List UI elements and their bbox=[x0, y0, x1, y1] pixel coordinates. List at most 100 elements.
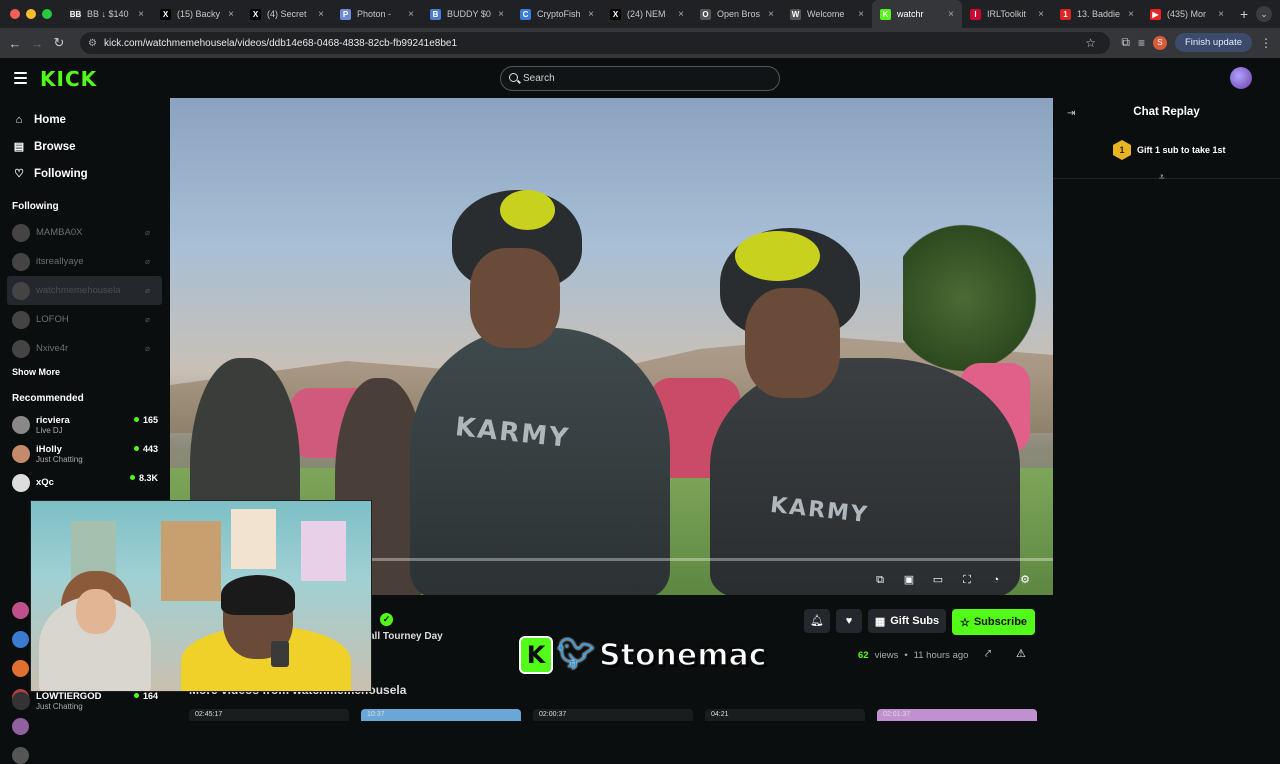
playback-speed-icon[interactable]: ◔ bbox=[988, 572, 1004, 588]
browser-tab[interactable]: I IRLToolkit × bbox=[962, 0, 1052, 28]
browser-tab[interactable]: P Photon - × bbox=[332, 0, 422, 28]
settings-gear-icon[interactable]: ⚙ bbox=[1017, 572, 1033, 588]
close-tab-icon[interactable]: × bbox=[858, 9, 864, 20]
close-tab-icon[interactable]: × bbox=[948, 9, 954, 20]
close-tab-icon[interactable]: × bbox=[588, 9, 594, 20]
minimize-window-button[interactable] bbox=[26, 9, 36, 19]
browser-menu-icon[interactable]: ⋮ bbox=[1260, 36, 1272, 50]
new-tab-button[interactable]: + bbox=[1232, 6, 1256, 22]
search-input[interactable]: Search bbox=[500, 66, 780, 91]
recommended-item[interactable]: ricviera Live DJ 165 bbox=[0, 410, 170, 439]
close-tab-icon[interactable]: × bbox=[768, 9, 774, 20]
viewer-count: 8.3K bbox=[130, 473, 158, 483]
zoom-window-button[interactable] bbox=[42, 9, 52, 19]
thumbnail-duration: 02:45:17 bbox=[195, 711, 223, 718]
toolbar-right: ⧉ ≡ S Finish update ⋮ bbox=[1121, 33, 1272, 52]
tab-search-icon[interactable]: ⌄ bbox=[1256, 6, 1272, 22]
pip-icon[interactable]: ⧉ bbox=[872, 572, 888, 588]
extensions-icon[interactable]: ⧉ bbox=[1121, 35, 1130, 50]
rank-badge: 1 bbox=[1113, 140, 1131, 160]
tab-favicon-icon: X bbox=[160, 8, 171, 20]
browser-tab[interactable]: X (24) NEM × bbox=[602, 0, 692, 28]
follow-heart-button[interactable]: ♥ bbox=[836, 609, 862, 633]
user-avatar[interactable] bbox=[1230, 67, 1252, 89]
forward-button[interactable]: → bbox=[26, 36, 48, 51]
show-more-button[interactable]: Show More bbox=[0, 367, 170, 377]
close-tab-icon[interactable]: × bbox=[408, 9, 414, 20]
kick-logo[interactable]: KICK bbox=[40, 67, 97, 91]
following-item[interactable]: MAMBA0X ⌀ bbox=[0, 218, 162, 247]
close-tab-icon[interactable]: × bbox=[138, 9, 144, 20]
tab-title: (24) NEM bbox=[627, 9, 666, 19]
nav-browse[interactable]: ▤ Browse bbox=[0, 133, 170, 160]
close-tab-icon[interactable]: × bbox=[678, 9, 684, 20]
nav-following[interactable]: ♡ Following bbox=[0, 160, 170, 187]
back-button[interactable]: ← bbox=[4, 36, 26, 51]
menu-icon[interactable] bbox=[14, 72, 27, 87]
avatar[interactable] bbox=[12, 718, 29, 735]
browser-tab[interactable]: X (4) Secret × bbox=[242, 0, 332, 28]
tab-favicon-icon: P bbox=[340, 8, 351, 20]
clip-icon[interactable]: ▣ bbox=[901, 572, 917, 588]
video-thumbnail[interactable]: 02:01:37 bbox=[877, 709, 1037, 721]
browse-icon: ▤ bbox=[13, 141, 25, 153]
expand-leaderboard-icon[interactable]: ⩡ bbox=[1159, 172, 1165, 183]
address-bar[interactable]: ⚙ kick.com/watchmemehousela/videos/ddb14… bbox=[80, 32, 1110, 54]
browser-tab[interactable]: W Welcome × bbox=[782, 0, 872, 28]
avatar[interactable] bbox=[12, 602, 29, 619]
webcam-person-face bbox=[76, 589, 116, 634]
close-tab-icon[interactable]: × bbox=[228, 9, 234, 20]
gift-leaderboard[interactable]: 1 Gift 1 sub to take 1st bbox=[1113, 140, 1226, 160]
bookmark-star-icon[interactable]: ☆ bbox=[1085, 36, 1096, 50]
close-tab-icon[interactable]: × bbox=[498, 9, 504, 20]
tab-title: BB ↓ $140 bbox=[87, 9, 129, 19]
avatar[interactable] bbox=[12, 631, 29, 648]
gift-subs-button[interactable]: ▦ Gift Subs bbox=[868, 609, 946, 633]
more-videos-row: 02:45:17 10:37 02:00:37 04:21 02:01:37 bbox=[189, 709, 1037, 721]
nav-home-label: Home bbox=[34, 113, 66, 126]
close-tab-icon[interactable]: × bbox=[1038, 9, 1044, 20]
browser-tab[interactable]: O Open Bros × bbox=[692, 0, 782, 28]
player-controls: ⧉ ▣ ▭ ⛶ ◔ ⚙ bbox=[872, 572, 1033, 588]
recommended-item[interactable]: iHolly Just Chatting 443 bbox=[0, 439, 170, 468]
video-thumbnail[interactable]: 02:00:37 bbox=[533, 709, 693, 721]
browser-tab[interactable]: X (15) Backy × bbox=[152, 0, 242, 28]
site-info-icon[interactable]: ⚙ bbox=[88, 38, 97, 49]
video-thumbnail[interactable]: 10:37 bbox=[361, 709, 521, 721]
browser-tab[interactable]: B BUDDY $0 × bbox=[422, 0, 512, 28]
close-tab-icon[interactable]: × bbox=[1218, 9, 1224, 20]
following-item[interactable]: Nxive4r ⌀ bbox=[0, 334, 162, 363]
media-controls-icon[interactable]: ≡ bbox=[1138, 36, 1145, 50]
recommended-item[interactable]: xQc 8.3K bbox=[0, 468, 170, 497]
theater-mode-icon[interactable]: ▭ bbox=[930, 572, 946, 588]
browser-tab[interactable]: 1 13. Baddie × bbox=[1052, 0, 1142, 28]
video-thumbnail[interactable]: 02:45:17 bbox=[189, 709, 349, 721]
following-item[interactable]: LOFOH ⌀ bbox=[0, 305, 162, 334]
streamer-handle: Stonemac bbox=[598, 637, 767, 674]
following-item-selected[interactable]: watchmemehousela ⌀ bbox=[7, 276, 162, 305]
browser-tab[interactable]: C CryptoFish × bbox=[512, 0, 602, 28]
nav-following-label: Following bbox=[34, 167, 88, 180]
reload-button[interactable]: ↻ bbox=[48, 35, 70, 51]
video-thumbnail[interactable]: 04:21 bbox=[705, 709, 865, 721]
offline-icon: ⌀ bbox=[145, 228, 150, 237]
browser-tab[interactable]: ▶ (435) Mor × bbox=[1142, 0, 1232, 28]
fullscreen-icon[interactable]: ⛶ bbox=[959, 572, 975, 588]
notification-bell-button[interactable]: 🔔︎ bbox=[804, 609, 830, 633]
following-item[interactable]: itsreallyaye ⌀ bbox=[0, 247, 162, 276]
browser-tab[interactable]: BB BB ↓ $140 × bbox=[62, 0, 152, 28]
subscribe-button[interactable]: ☆ Subscribe bbox=[952, 609, 1035, 635]
finish-update-button[interactable]: Finish update bbox=[1174, 33, 1252, 52]
share-icon[interactable]: ⤤ bbox=[985, 648, 991, 661]
avatar[interactable] bbox=[12, 747, 29, 764]
close-window-button[interactable] bbox=[10, 9, 20, 19]
browser-tab[interactable]: Kwatchr × bbox=[872, 0, 962, 28]
report-warning-icon[interactable]: ⚠ bbox=[1016, 647, 1026, 660]
avatar[interactable] bbox=[12, 660, 29, 677]
nav-home[interactable]: ⌂ Home bbox=[0, 106, 170, 133]
close-tab-icon[interactable]: × bbox=[1128, 9, 1134, 20]
profile-avatar[interactable]: S bbox=[1152, 35, 1167, 50]
avatar bbox=[12, 339, 30, 358]
video-frame-visor bbox=[500, 190, 555, 230]
close-tab-icon[interactable]: × bbox=[318, 9, 324, 20]
